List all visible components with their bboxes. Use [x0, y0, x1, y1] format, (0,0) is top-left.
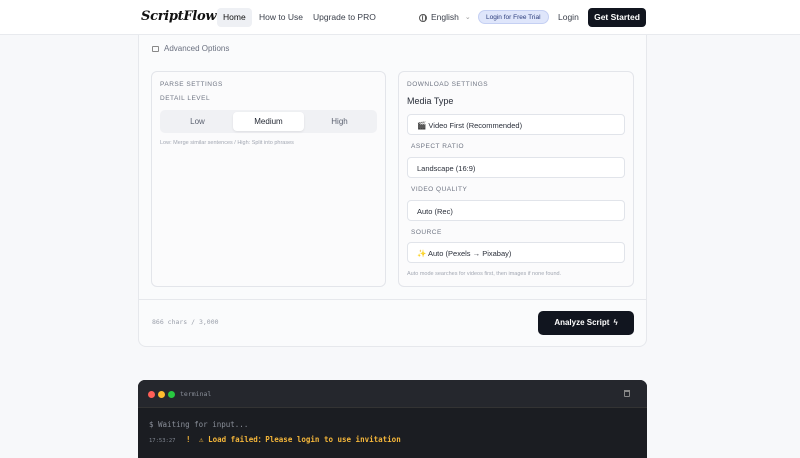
- detail-high-option[interactable]: High: [304, 112, 375, 131]
- analyze-script-label: Analyze Script: [554, 318, 610, 327]
- login-link[interactable]: Login: [558, 8, 579, 27]
- nav-home[interactable]: Home: [217, 8, 252, 27]
- media-type-select[interactable]: 🎬 Video First (Recommended): [407, 114, 625, 135]
- terminal-error-text: ⚠ Load failed：Please login to use invita…: [199, 435, 401, 444]
- parse-settings-panel: PARSE SETTINGS DETAIL LEVEL Low Medium H…: [151, 71, 386, 287]
- detail-level-segmented: Low Medium High: [160, 110, 377, 133]
- parse-settings-title: PARSE SETTINGS: [160, 81, 223, 88]
- source-label: SOURCE: [411, 229, 442, 236]
- detail-medium-option[interactable]: Medium: [233, 112, 304, 131]
- settings-card: Advanced Options PARSE SETTINGS DETAIL L…: [138, 35, 647, 347]
- card-divider: [139, 299, 646, 300]
- source-select[interactable]: ✨ Auto (Pexels → Pixabay): [407, 242, 625, 263]
- detail-level-label: DETAIL LEVEL: [160, 95, 211, 102]
- char-counter: 866 chars / 3,000: [152, 318, 219, 326]
- app-logo[interactable]: ScriptFlow: [141, 9, 217, 24]
- char-count: 866 chars: [152, 318, 188, 326]
- char-limit: / 3,000: [191, 318, 219, 326]
- trash-icon[interactable]: [624, 390, 630, 397]
- download-settings-panel: DOWNLOAD SETTINGS Media Type 🎬 Video Fir…: [398, 71, 634, 287]
- get-started-button[interactable]: Get Started: [588, 8, 646, 27]
- terminal-title-bar: terminal: [138, 380, 647, 408]
- top-nav: ScriptFlow Home How to Use Upgrade to PR…: [0, 0, 800, 35]
- bolt-icon: ϟ: [613, 318, 618, 327]
- minimize-dot-icon: [158, 391, 165, 398]
- advanced-options-label: Advanced Options: [164, 44, 230, 53]
- detail-level-hint: Low: Merge similar sentences / High: Spl…: [160, 140, 294, 146]
- settings-icon: [152, 45, 159, 52]
- aspect-ratio-label: ASPECT RATIO: [411, 143, 465, 150]
- globe-icon: [419, 13, 427, 22]
- terminal-error-line: 17:53:27 ! ⚠ Load failed：Please login to…: [149, 434, 401, 445]
- chevron-down-icon: ⌄: [464, 14, 471, 21]
- detail-low-option[interactable]: Low: [162, 112, 233, 131]
- nav-how-to-use[interactable]: How to Use: [253, 8, 309, 27]
- video-quality-label: VIDEO QUALITY: [411, 186, 468, 193]
- advanced-options-toggle[interactable]: Advanced Options: [152, 44, 229, 53]
- close-dot-icon: [148, 391, 155, 398]
- source-hint: Auto mode searches for videos first, the…: [407, 271, 562, 277]
- language-label: English: [431, 12, 459, 22]
- terminal-waiting-line: $ Waiting for input...: [149, 420, 249, 429]
- aspect-ratio-select[interactable]: Landscape (16:9): [407, 157, 625, 178]
- download-settings-title: DOWNLOAD SETTINGS: [407, 81, 489, 88]
- video-quality-select[interactable]: Auto (Rec): [407, 200, 625, 221]
- language-selector[interactable]: English ⌄: [419, 8, 471, 27]
- terminal-timestamp: 17:53:27: [149, 438, 176, 444]
- media-type-label: Media Type: [407, 96, 454, 106]
- free-trial-button[interactable]: Login for Free Trial: [478, 10, 549, 24]
- maximize-dot-icon: [168, 391, 175, 398]
- terminal-error-prefix: !: [186, 435, 191, 444]
- terminal-title: terminal: [180, 390, 212, 398]
- terminal-panel: terminal $ Waiting for input... 17:53:27…: [138, 380, 647, 458]
- analyze-script-button[interactable]: Analyze Script ϟ: [538, 311, 634, 335]
- nav-upgrade-pro[interactable]: Upgrade to PRO: [307, 8, 382, 27]
